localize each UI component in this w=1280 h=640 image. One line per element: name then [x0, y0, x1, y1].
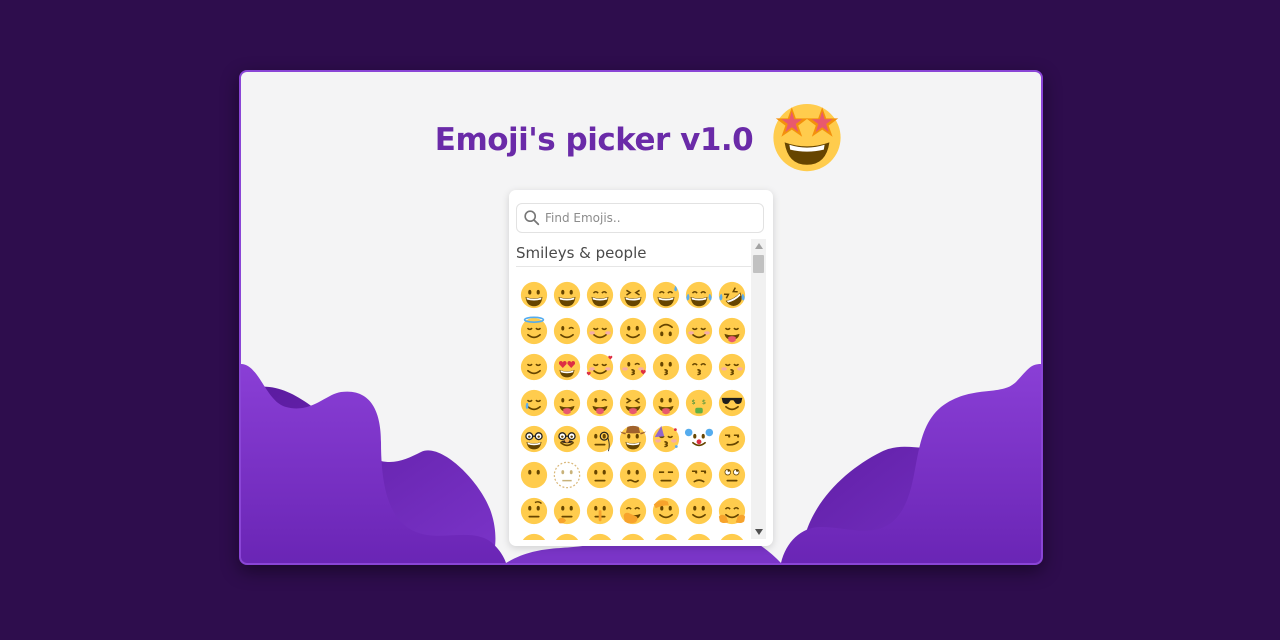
- scroll-down-arrow-icon[interactable]: [751, 525, 766, 539]
- emoji-cowboy[interactable]: [616, 421, 649, 457]
- emoji-list: Smileys & people $ $: [516, 240, 752, 540]
- emoji-no-mouth[interactable]: [517, 457, 550, 493]
- emoji-grid: $ $: [517, 277, 752, 540]
- emoji-grinning[interactable]: [517, 277, 550, 313]
- emoji-neutral[interactable]: [583, 457, 616, 493]
- emoji-kissing-smiling-eyes[interactable]: [682, 349, 715, 385]
- emoji-winking-tongue[interactable]: [583, 385, 616, 421]
- emoji-smile[interactable]: [583, 277, 616, 313]
- emoji-hugging[interactable]: [715, 493, 748, 529]
- emoji-heart-eyes[interactable]: [550, 349, 583, 385]
- emoji-upside-down[interactable]: [649, 313, 682, 349]
- emoji-smiling-hearts[interactable]: [583, 349, 616, 385]
- emoji-expressionless[interactable]: [649, 457, 682, 493]
- emoji-squinting-tongue[interactable]: [616, 385, 649, 421]
- emoji-tongue[interactable]: [649, 385, 682, 421]
- app-card: Emoji's picker v1.0 Smileys & people $$: [239, 70, 1043, 565]
- emoji-confused[interactable]: [616, 457, 649, 493]
- emoji-row8-2[interactable]: [550, 529, 583, 540]
- emoji-facepalm-face[interactable]: [682, 493, 715, 529]
- emoji-monocle[interactable]: [583, 421, 616, 457]
- emoji-zany[interactable]: [550, 385, 583, 421]
- search-input[interactable]: [545, 211, 745, 225]
- emoji-row8-1[interactable]: [517, 529, 550, 540]
- emoji-rofl[interactable]: [715, 277, 748, 313]
- emoji-smirk[interactable]: [715, 421, 748, 457]
- search-box[interactable]: [516, 203, 764, 233]
- emoji-joy[interactable]: [682, 277, 715, 313]
- search-icon: [524, 210, 540, 226]
- emoji-row8-3[interactable]: [583, 529, 616, 540]
- emoji-raised-eyebrow[interactable]: [517, 493, 550, 529]
- emoji-yum[interactable]: [715, 313, 748, 349]
- emoji-unamused[interactable]: [682, 457, 715, 493]
- emoji-row8-7[interactable]: [715, 529, 748, 540]
- emoji-smiling-tear[interactable]: [517, 385, 550, 421]
- emoji-innocent[interactable]: [517, 313, 550, 349]
- emoji-kissing-closed-eyes[interactable]: [715, 349, 748, 385]
- emoji-picker: Smileys & people $$: [509, 190, 773, 546]
- emoji-sweat-smile[interactable]: [649, 277, 682, 313]
- emoji-row8-5[interactable]: [649, 529, 682, 540]
- emoji-kissing[interactable]: [649, 349, 682, 385]
- emoji-dotted-line[interactable]: [550, 457, 583, 493]
- emoji-row8-6[interactable]: [682, 529, 715, 540]
- emoji-salute[interactable]: [649, 493, 682, 529]
- emoji-disguised[interactable]: [550, 421, 583, 457]
- emoji-wink[interactable]: [550, 313, 583, 349]
- emoji-partying[interactable]: [649, 421, 682, 457]
- emoji-laughing[interactable]: [616, 277, 649, 313]
- emoji-money-mouth[interactable]: $ $: [682, 385, 715, 421]
- scrollbar-thumb[interactable]: [753, 255, 764, 273]
- emoji-blush[interactable]: [583, 313, 616, 349]
- emoji-relieved[interactable]: [517, 349, 550, 385]
- emoji-clown[interactable]: [682, 421, 715, 457]
- header: Emoji's picker v1.0: [241, 100, 1041, 180]
- emoji-slightly-smiling[interactable]: [616, 313, 649, 349]
- emoji-row8-4[interactable]: [616, 529, 649, 540]
- emoji-shushing[interactable]: [583, 493, 616, 529]
- app-title: Emoji's picker v1.0: [434, 122, 754, 158]
- emoji-nerd[interactable]: [517, 421, 550, 457]
- category-title: Smileys & people: [516, 240, 752, 267]
- emoji-hand-over-mouth[interactable]: [616, 493, 649, 529]
- emoji-rolling-eyes[interactable]: [715, 457, 748, 493]
- emoji-relaxed[interactable]: [682, 313, 715, 349]
- star-struck-icon: [773, 104, 841, 172]
- emoji-thinking[interactable]: [550, 493, 583, 529]
- svg-text:$: $: [701, 398, 705, 406]
- scroll-up-arrow-icon[interactable]: [751, 239, 766, 253]
- scrollbar[interactable]: [751, 239, 766, 539]
- emoji-sunglasses[interactable]: [715, 385, 748, 421]
- svg-text:$: $: [691, 398, 695, 406]
- emoji-smiley[interactable]: [550, 277, 583, 313]
- emoji-kissing-heart[interactable]: [616, 349, 649, 385]
